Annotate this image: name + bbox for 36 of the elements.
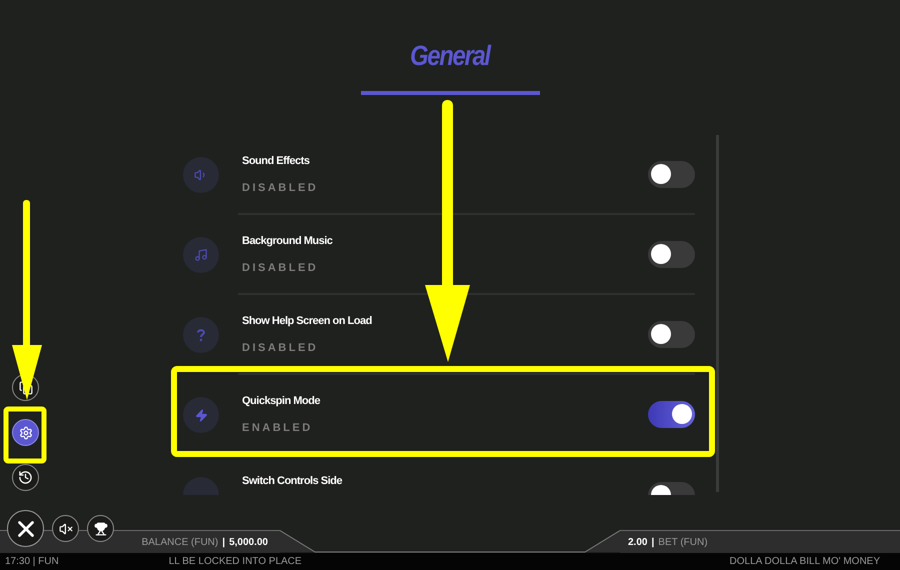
settings-icon	[18, 426, 32, 440]
mute-button[interactable]	[52, 515, 79, 542]
setting-label: Switch Controls Side	[242, 475, 344, 487]
ticker-text: DOLLA DOLLA BILL MO' MONEY	[730, 556, 880, 567]
setting-label: Quickspin Mode	[242, 395, 321, 407]
close-button[interactable]	[7, 510, 44, 547]
setting-status: DISABLED	[242, 262, 320, 274]
question-icon	[196, 328, 206, 342]
trophy-icon	[94, 522, 108, 536]
page-title: General	[410, 39, 490, 73]
bet-separator: |	[651, 536, 654, 548]
lightning-icon	[194, 408, 208, 422]
bet-label: BET (FUN)	[658, 536, 708, 548]
toggle-switch[interactable]	[648, 160, 695, 188]
balance-label: BALANCE (FUN)	[142, 536, 218, 548]
setting-status: DISABLED	[242, 182, 320, 194]
setting-status: ENABLED	[242, 422, 314, 434]
toggle-switch[interactable]	[648, 320, 695, 348]
toggle-switch[interactable]	[648, 240, 695, 268]
setting-status: DISABLED	[242, 342, 320, 354]
ticker-text: 17:30 | FUN	[5, 556, 59, 567]
trophy-button[interactable]	[87, 515, 114, 542]
muted-speaker-icon	[58, 522, 72, 536]
history-icon	[18, 470, 33, 485]
bet-value: 2.00	[628, 536, 648, 548]
highlight-frame	[4, 406, 46, 464]
settings-button[interactable]	[12, 419, 39, 446]
balance-separator: |	[222, 536, 226, 548]
toggle-switch[interactable]	[648, 400, 695, 428]
history-button[interactable]	[12, 464, 39, 491]
setting-label: Sound Effects	[242, 155, 310, 167]
music-note-icon	[194, 248, 208, 262]
setting-label: Background Music	[242, 235, 334, 247]
setting-label: Show Help Screen on Load	[242, 315, 373, 327]
ticker-text: LL BE LOCKED INTO PLACE	[168, 556, 302, 567]
balance-value: 5,000.00	[229, 536, 268, 548]
